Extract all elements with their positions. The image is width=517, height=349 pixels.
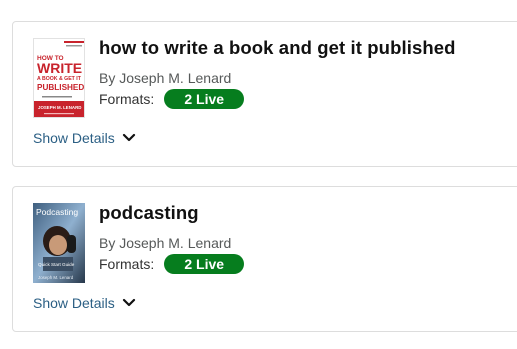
cover-text-line4: PUBLISHED [37,83,84,92]
formats-live-badge[interactable]: 2 Live [164,254,245,274]
cover-text-line3: A BOOK & GET IT [37,76,82,82]
formats-row: Formats: 2 Live [99,88,245,110]
author-name: Joseph M. Lenard [119,235,232,251]
book-cover-image[interactable]: HOW TO WRITE A BOOK & GET IT PUBLISHED J… [33,38,85,118]
show-details-label: Show Details [33,130,115,146]
book-card: HOW TO WRITE A BOOK & GET IT PUBLISHED J… [12,21,517,167]
cover-author: Joseph M. Lenard [38,275,74,280]
book-cover-art: Podcasting Quick Start Guide Joseph M. L… [33,203,85,283]
author-prefix: By [99,70,116,86]
chevron-down-icon [122,133,136,143]
author-prefix: By [99,235,116,251]
formats-label: Formats: [99,256,155,272]
book-card: Podcasting Quick Start Guide Joseph M. L… [12,186,517,332]
show-details-button[interactable]: Show Details [33,295,136,311]
formats-label: Formats: [99,91,155,107]
formats-live-badge[interactable]: 2 Live [164,89,245,109]
formats-row: Formats: 2 Live [99,253,245,275]
author-line: By Joseph M. Lenard [99,235,231,251]
book-cover-art: HOW TO WRITE A BOOK & GET IT PUBLISHED J… [34,39,84,117]
chevron-down-icon [122,298,136,308]
author-line: By Joseph M. Lenard [99,70,231,86]
show-details-button[interactable]: Show Details [33,130,136,146]
cover-text-line2: WRITE [37,60,82,76]
book-cover-image[interactable]: Podcasting Quick Start Guide Joseph M. L… [33,203,85,283]
show-details-label: Show Details [33,295,115,311]
cover-subtitle: Quick Start Guide [38,262,75,267]
cover-author: JOSEPH M. LENARD [38,105,81,110]
book-title[interactable]: how to write a book and get it published [99,37,456,59]
book-title[interactable]: podcasting [99,202,199,224]
cover-title: Podcasting [36,207,78,217]
author-name: Joseph M. Lenard [119,70,232,86]
